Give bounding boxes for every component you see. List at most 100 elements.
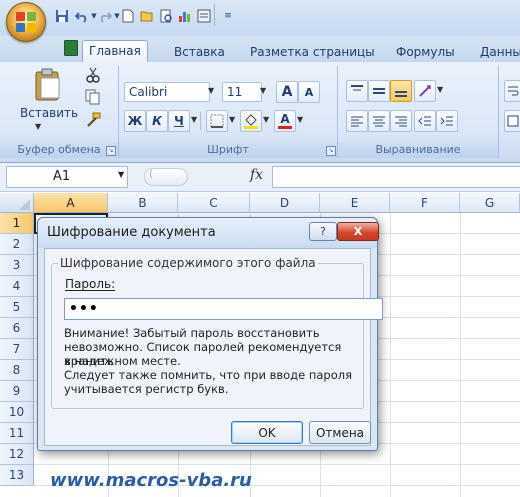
wrap-text-icon [508, 86, 519, 96]
formula-expand-handle[interactable]: ( [144, 168, 188, 186]
select-all-button[interactable] [0, 193, 34, 213]
align-top-button[interactable] [346, 80, 368, 102]
font-size-select[interactable]: 11 [222, 82, 262, 102]
name-box-dropdown-icon[interactable]: ▼ [118, 170, 124, 179]
wrap-text-button[interactable] [504, 80, 520, 102]
tab-page-layout[interactable]: Разметка страницы [244, 42, 381, 62]
cancel-button-label: Отмена [315, 425, 365, 440]
row-header-6[interactable]: 6 [0, 318, 34, 339]
column-header-g[interactable]: G [460, 193, 520, 213]
column-header-f[interactable]: F [390, 193, 460, 213]
name-box[interactable]: A1 [6, 166, 128, 188]
formula-bar: A1 ▼ ( fx [0, 163, 520, 192]
borders-button[interactable] [206, 110, 228, 132]
bold-button[interactable]: Ж [124, 110, 146, 132]
clipboard-launcher-icon[interactable]: ↘ [106, 146, 116, 156]
row-header-7[interactable]: 7 [0, 339, 34, 360]
underline-dropdown-icon[interactable]: ▼ [191, 115, 197, 124]
orientation-dropdown-icon[interactable]: ▼ [437, 85, 443, 94]
align-bottom-button[interactable] [390, 80, 412, 102]
font-color-button[interactable]: A [274, 110, 296, 132]
borders-dropdown-icon[interactable]: ▼ [229, 115, 235, 124]
row-header-2[interactable]: 2 [0, 234, 34, 255]
row-header-1[interactable]: 1 [0, 213, 34, 234]
font-size-dropdown-icon[interactable]: ▼ [260, 86, 266, 95]
row-header-4[interactable]: 4 [0, 276, 34, 297]
font-name-dropdown-icon[interactable]: ▼ [208, 86, 214, 95]
quick-access-separator [214, 4, 215, 26]
row-header-13[interactable]: 13 [0, 465, 34, 486]
font-color-label: A [280, 112, 290, 126]
paste-label[interactable]: Вставить [20, 106, 78, 120]
column-header-e[interactable]: E [320, 193, 390, 213]
new-document-icon[interactable] [120, 8, 136, 24]
row-header-10[interactable]: 10 [0, 402, 34, 423]
column-header-b[interactable]: B [108, 193, 178, 213]
paste-icon[interactable] [34, 68, 64, 102]
row-header-8[interactable]: 8 [0, 360, 34, 381]
open-folder-icon[interactable] [139, 8, 155, 24]
font-name-select[interactable]: Calibri [124, 82, 210, 102]
row-header-11[interactable]: 11 [0, 423, 34, 444]
shrink-font-button[interactable]: A [298, 81, 320, 103]
merge-cells-button[interactable] [504, 110, 520, 132]
column-header-c[interactable]: C [178, 193, 250, 213]
decrease-indent-button[interactable] [414, 110, 436, 132]
close-button[interactable]: X [337, 222, 379, 241]
align-left-icon [351, 116, 363, 127]
office-logo-icon [16, 12, 36, 32]
row-header-12[interactable]: 12 [0, 444, 34, 465]
tab-insert[interactable]: Вставка [168, 42, 231, 62]
grow-font-button[interactable]: A [276, 81, 298, 103]
dialog-title-bar[interactable]: Шифрование документа ? X [38, 218, 379, 248]
cancel-button[interactable]: Отмена [309, 421, 371, 444]
italic-label: К [152, 114, 162, 128]
fill-color-button[interactable] [240, 110, 262, 132]
tab-formulas[interactable]: Формулы [390, 42, 461, 62]
align-top-icon [351, 85, 363, 91]
row-header-3[interactable]: 3 [0, 255, 34, 276]
align-middle-button[interactable] [368, 80, 390, 102]
font-launcher-icon[interactable]: ↘ [326, 146, 336, 156]
font-separator [200, 112, 201, 130]
name-box-value: A1 [53, 169, 71, 184]
decrease-indent-icon [418, 116, 431, 126]
row-header-9[interactable]: 9 [0, 381, 34, 402]
increase-indent-icon [440, 116, 453, 126]
insert-function-button[interactable]: fx [250, 167, 263, 183]
help-button[interactable]: ? [309, 222, 337, 241]
font-color-dropdown-icon[interactable]: ▼ [297, 115, 303, 124]
save-icon[interactable] [54, 8, 70, 24]
align-left-button[interactable] [346, 110, 368, 132]
help-icon: ? [320, 225, 326, 238]
ribbon-tabs: Главная Вставка Разметка страницы Формул… [0, 36, 520, 64]
orientation-button[interactable] [414, 80, 436, 102]
paste-dropdown-icon[interactable]: ▼ [35, 122, 41, 131]
ok-button[interactable]: OK [231, 421, 303, 444]
increase-indent-button[interactable] [436, 110, 458, 132]
fill-color-dropdown-icon[interactable]: ▼ [263, 115, 269, 124]
password-input[interactable]: ••• [64, 298, 383, 320]
row-header-5[interactable]: 5 [0, 297, 34, 318]
format-painter-icon[interactable] [85, 112, 101, 128]
column-header-a[interactable]: A [34, 193, 108, 213]
clipboard-group-label: Буфер обмена [0, 142, 118, 158]
italic-button[interactable]: К [146, 110, 168, 132]
encryption-group-label: Шифрование содержимого этого файла [58, 256, 318, 270]
form-icon[interactable] [196, 8, 212, 24]
tab-data[interactable]: Данны [474, 42, 520, 62]
chart-icon[interactable] [177, 8, 193, 24]
customize-quick-access-icon[interactable]: ≡ [220, 8, 236, 24]
align-right-button[interactable] [390, 110, 412, 132]
print-preview-icon[interactable] [158, 8, 174, 24]
cut-icon[interactable] [85, 67, 101, 83]
office-button[interactable] [6, 2, 46, 42]
formula-input[interactable] [272, 166, 520, 188]
tab-home[interactable]: Главная [82, 40, 148, 64]
copy-icon[interactable] [85, 89, 101, 105]
column-header-d[interactable]: D [250, 193, 320, 213]
watermark: www.macros-vba.ru [50, 470, 252, 491]
underline-button[interactable]: Ч [168, 110, 190, 132]
align-center-button[interactable] [368, 110, 390, 132]
warning-line-5: учитывается регистр букв. [64, 382, 229, 396]
